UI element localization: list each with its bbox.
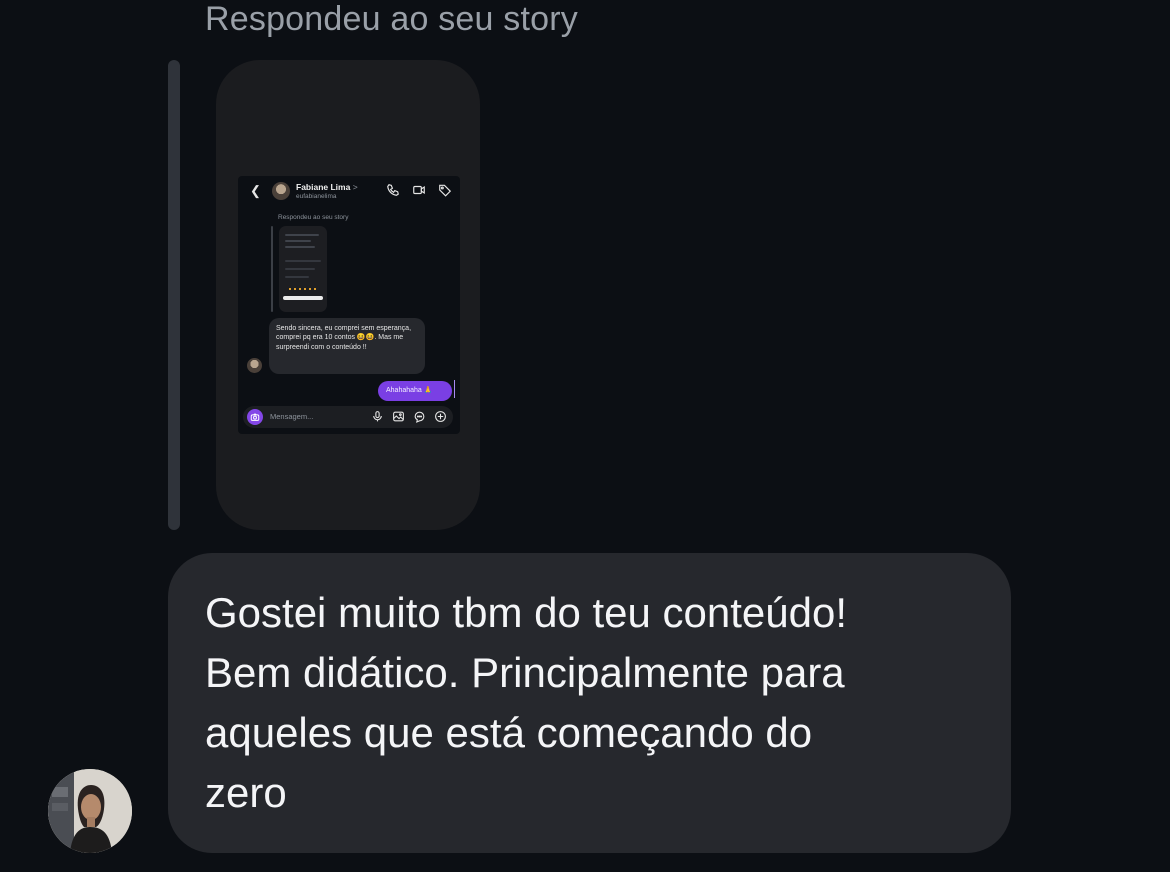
screenshot-contact-name: Fabiane Lima > xyxy=(296,182,358,192)
microphone-icon xyxy=(371,410,384,423)
video-icon xyxy=(412,183,426,197)
camera-icon xyxy=(247,409,263,425)
screenshot-header-actions xyxy=(386,183,452,197)
chat-view: Respondeu ao seu story ❮ Fabiane Lima > … xyxy=(0,0,1170,872)
gallery-icon xyxy=(392,410,405,423)
back-arrow-icon: ❮ xyxy=(250,183,261,198)
screenshot-sender-avatar xyxy=(247,358,262,373)
story-reply-caption: Respondeu ao seu story xyxy=(205,0,578,38)
sender-avatar[interactable] xyxy=(48,769,132,853)
screenshot-input-tools xyxy=(371,410,447,423)
screenshot-story-caption: Respondeu ao seu story xyxy=(278,214,349,221)
story-screenshot: ❮ Fabiane Lima > eufabianelima Respondeu… xyxy=(238,176,460,434)
reply-indicator-bar xyxy=(168,60,180,530)
screenshot-reply-bar xyxy=(271,226,273,312)
screenshot-message-input: Mensagem... xyxy=(243,406,453,428)
screenshot-cursor xyxy=(454,380,455,398)
message-text: Gostei muito tbm do teu conteúdo! Bem di… xyxy=(205,589,848,816)
screenshot-chat-header: ❮ Fabiane Lima > eufabianelima xyxy=(238,176,460,206)
screenshot-story-thumbnail xyxy=(279,226,327,312)
profile-photo-image xyxy=(48,769,132,853)
story-preview[interactable]: ❮ Fabiane Lima > eufabianelima Respondeu… xyxy=(216,60,480,530)
plus-icon xyxy=(434,410,447,423)
tag-icon xyxy=(438,183,452,197)
screenshot-contact-avatar xyxy=(272,182,290,200)
screenshot-outgoing-message: Ahahahaha 🙏 xyxy=(378,381,452,401)
screenshot-incoming-message: Sendo sincera, eu comprei sem esperança,… xyxy=(269,318,425,374)
screenshot-input-placeholder: Mensagem... xyxy=(270,412,314,421)
incoming-message-bubble[interactable]: Gostei muito tbm do teu conteúdo! Bem di… xyxy=(168,553,1011,853)
phone-icon xyxy=(386,183,400,197)
screenshot-contact-handle: eufabianelima xyxy=(296,193,337,200)
sticker-icon xyxy=(413,410,426,423)
